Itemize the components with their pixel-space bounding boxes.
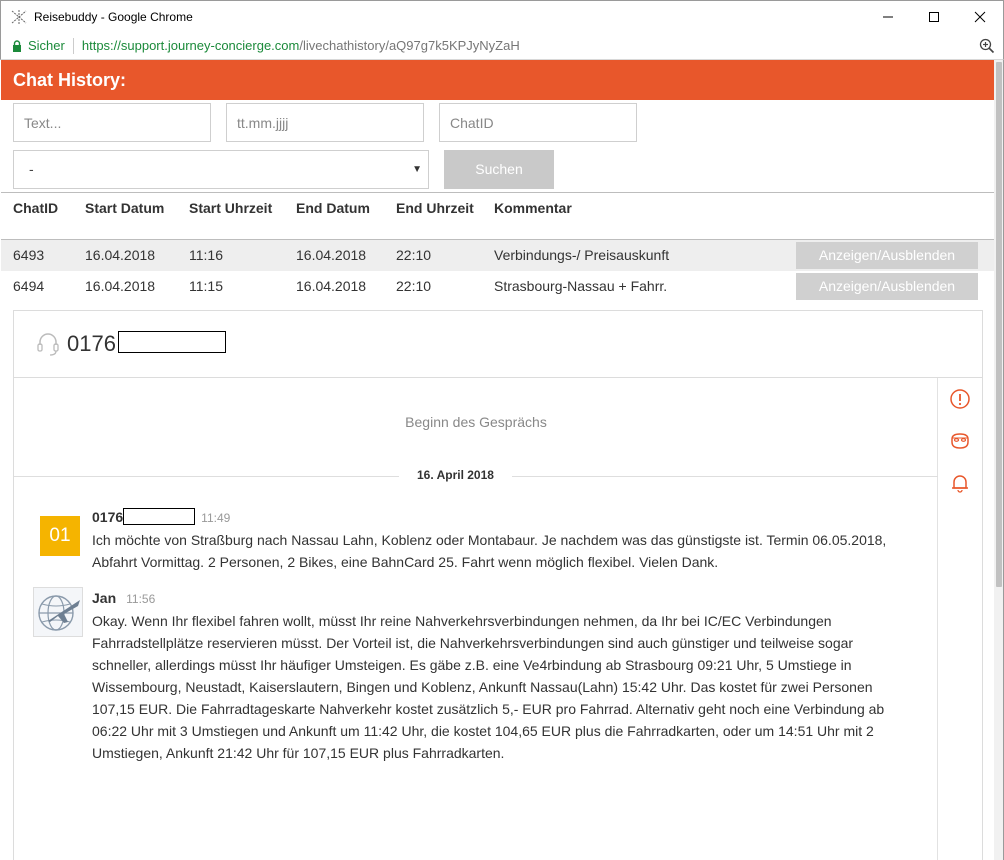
- date-divider: 16. April 2018: [14, 468, 938, 484]
- address-bar[interactable]: Sicher https://support.journey-concierge…: [0, 32, 1004, 60]
- page-title: Chat History:: [1, 60, 994, 100]
- cell-end-time: 22:10: [384, 239, 482, 271]
- headset-icon: [37, 333, 59, 356]
- cell-start-date: 16.04.2018: [73, 239, 177, 271]
- redaction-box: [123, 507, 196, 525]
- agent-avatar: [33, 587, 83, 637]
- col-start-time: Start Uhrzeit: [177, 192, 284, 240]
- message-time: 11:56: [126, 592, 156, 606]
- sender-name: 0176: [92, 509, 124, 525]
- col-action: [796, 192, 994, 240]
- url-host: https://support.journey-concierge.com: [81, 38, 300, 53]
- table-row[interactable]: 6493 16.04.2018 11:16 16.04.2018 22:10 V…: [1, 239, 994, 271]
- col-end-date: End Datum: [284, 192, 384, 240]
- maximize-button[interactable]: [911, 1, 957, 33]
- mask-icon[interactable]: [949, 430, 971, 452]
- chat-detail-panel: 0176 Beginn des Gesprächs 16. April 2018…: [13, 310, 983, 860]
- table-header-row: ChatID Start Datum Start Uhrzeit End Dat…: [1, 192, 994, 240]
- message-time: 11:49: [201, 511, 231, 525]
- message: 01 0176 11:49 Ich möchte von Straßburg na…: [32, 506, 938, 573]
- page-scrollbar[interactable]: [994, 60, 1004, 860]
- text-search-input[interactable]: [13, 103, 211, 142]
- chat-header: 0176: [14, 311, 982, 378]
- chat-sidebar: [937, 378, 982, 860]
- secure-label: Sicher: [28, 38, 65, 53]
- chatid-input[interactable]: [439, 103, 637, 142]
- address-separator: [72, 37, 74, 54]
- caller-number: 0176: [67, 331, 226, 357]
- cell-start-time: 11:16: [177, 239, 284, 271]
- close-icon: [974, 11, 986, 23]
- minimize-button[interactable]: [865, 1, 911, 33]
- lock-icon: [13, 39, 21, 52]
- table-row[interactable]: 6494 16.04.2018 11:15 16.04.2018 22:10 S…: [1, 270, 994, 302]
- url[interactable]: https://support.journey-concierge.com/li…: [82, 38, 520, 53]
- date-label: 16. April 2018: [399, 468, 512, 482]
- url-path: /livechathistory/aQ97g7k5KPJyNyZaH: [299, 38, 520, 53]
- cell-start-date: 16.04.2018: [73, 270, 177, 302]
- cell-end-date: 16.04.2018: [284, 270, 384, 302]
- cell-comment: Strasbourg-Nassau + Fahrr.: [482, 270, 796, 302]
- page-content: Chat History: - ▼ Suchen ChatID Start Da…: [1, 60, 994, 860]
- message-body: 0176 11:49 Ich möchte von Straßburg nach …: [92, 506, 938, 573]
- app-icon: [11, 9, 27, 24]
- window-titlebar: Reisebuddy - Google Chrome: [0, 0, 1004, 32]
- info-icon[interactable]: [949, 388, 971, 410]
- cell-chatid: 6494: [1, 270, 73, 302]
- cell-start-time: 11:15: [177, 270, 284, 302]
- maximize-icon: [929, 12, 939, 22]
- filter-select-value: -: [29, 161, 34, 177]
- date-input[interactable]: [226, 103, 424, 142]
- search-button[interactable]: Suchen: [444, 150, 554, 189]
- cell-action: Anzeigen/Ausblenden: [796, 270, 994, 302]
- scrollbar-thumb[interactable]: [996, 62, 1002, 587]
- conversation: Beginn des Gesprächs 16. April 2018 01 0…: [14, 378, 938, 764]
- cell-comment: Verbindungs-/ Preisauskunft: [482, 239, 796, 271]
- message-header: Jan 11:56: [92, 587, 938, 610]
- chat-table: ChatID Start Datum Start Uhrzeit End Dat…: [1, 192, 994, 302]
- window-controls: [865, 1, 1003, 33]
- message-body: Jan 11:56 Okay. Wenn Ihr flexibel fahren …: [92, 587, 938, 764]
- filter-bar: - ▼ Suchen: [1, 100, 994, 192]
- customer-avatar: 01: [40, 516, 80, 556]
- message-header: 0176 11:49: [92, 506, 938, 529]
- minimize-icon: [883, 16, 893, 18]
- filter-select[interactable]: - ▼: [13, 150, 429, 189]
- message-text: Okay. Wenn Ihr flexibel fahren wollt, mü…: [92, 613, 885, 761]
- col-comment: Kommentar: [482, 192, 796, 240]
- toggle-details-button[interactable]: Anzeigen/Ausblenden: [796, 272, 978, 300]
- cell-end-time: 22:10: [384, 270, 482, 302]
- zoom-icon[interactable]: [979, 38, 995, 54]
- toggle-details-button[interactable]: Anzeigen/Ausblenden: [796, 241, 978, 269]
- col-chatid: ChatID: [1, 192, 73, 240]
- window-title: Reisebuddy - Google Chrome: [34, 9, 193, 24]
- sender-name: Jan: [92, 590, 117, 606]
- col-end-time: End Uhrzeit: [384, 192, 482, 240]
- globe-plane-icon: [38, 595, 80, 631]
- cell-chatid: 6493: [1, 239, 73, 271]
- redaction-box: [117, 331, 226, 354]
- close-window-button[interactable]: [957, 1, 1003, 33]
- cell-action: Anzeigen/Ausblenden: [796, 239, 994, 271]
- message: Jan 11:56 Okay. Wenn Ihr flexibel fahren …: [32, 587, 938, 764]
- message-text: Ich möchte von Straßburg nach Nassau Lah…: [92, 532, 887, 570]
- col-start-date: Start Datum: [73, 192, 177, 240]
- bell-icon[interactable]: [949, 472, 971, 494]
- chevron-down-icon: ▼: [412, 164, 422, 175]
- conversation-begin-label: Beginn des Gesprächs: [405, 414, 547, 430]
- cell-end-date: 16.04.2018: [284, 239, 384, 271]
- caller-prefix: 0176: [67, 331, 116, 356]
